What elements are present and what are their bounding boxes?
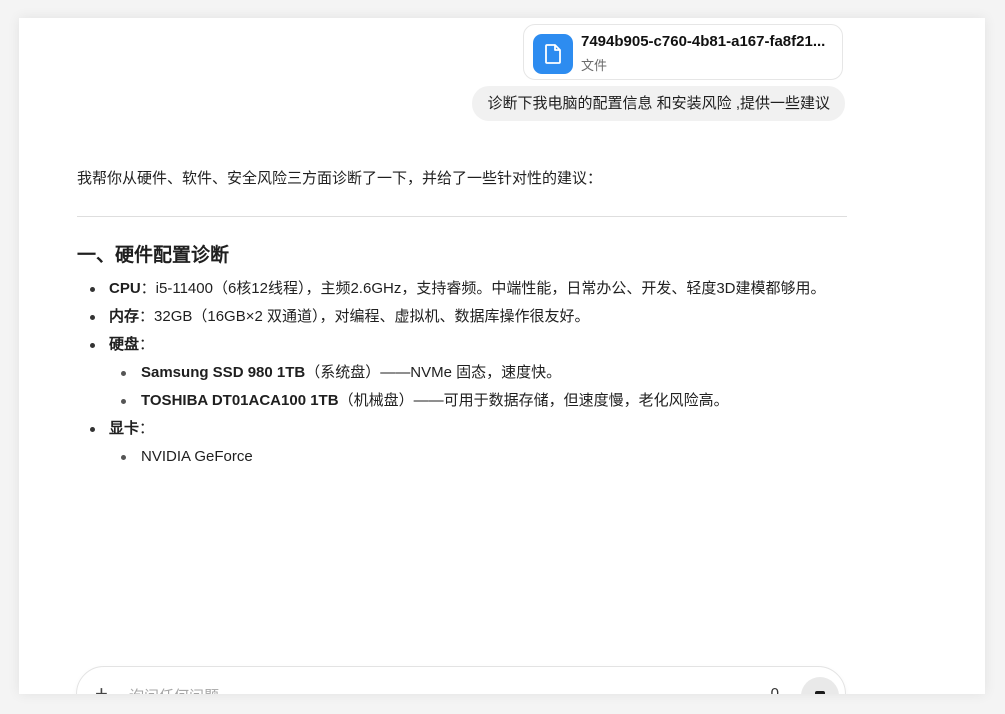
- sub-item-hdd: TOSHIBA DT01ACA100 1TB（机械盘）——可用于数据存储，但速度…: [121, 387, 847, 415]
- token-count: 0: [770, 685, 779, 694]
- hdd-name: TOSHIBA DT01ACA100 1TB: [141, 392, 339, 409]
- disk-sublist: Samsung SSD 980 1TB（系统盘）——NVMe 固态，速度快。 T…: [109, 359, 847, 415]
- ram-label: 内存: [109, 308, 140, 325]
- list-item-gpu: 显卡： NVIDIA GeForce: [90, 415, 847, 471]
- sub-item-ssd: Samsung SSD 980 1TB（系统盘）——NVMe 固态，速度快。: [121, 359, 847, 387]
- sub-item-gpu: NVIDIA GeForce: [121, 443, 847, 471]
- chat-window: 7494b905-c760-4b81-a167-fa8f21... 文件 诊断下…: [19, 18, 985, 694]
- hdd-text: （机械盘）——可用于数据存储，但速度慢，老化风险高。: [338, 392, 729, 409]
- assistant-message: 我帮你从硬件、软件、安全风险三方面诊断了一下，并给了一些针对性的建议： 一、硬件…: [77, 164, 847, 471]
- ram-text: ：32GB（16GB×2 双通道），对编程、虚拟机、数据库操作很友好。: [139, 308, 590, 325]
- gpu-text: NVIDIA GeForce: [141, 448, 253, 465]
- cpu-text: ：i5-11400（6核12线程），主频2.6GHz，支持睿频。中端性能，日常办…: [140, 280, 826, 297]
- attachment-file-name: 7494b905-c760-4b81-a167-fa8f21...: [581, 33, 826, 50]
- stop-button[interactable]: [801, 677, 839, 694]
- disk-colon: ：: [139, 336, 155, 353]
- list-item-cpu: CPU：i5-11400（6核12线程），主频2.6GHz，支持睿频。中端性能，…: [90, 275, 847, 303]
- gpu-colon: ：: [139, 420, 155, 437]
- gpu-sublist: NVIDIA GeForce: [109, 443, 847, 471]
- divider: [77, 216, 847, 217]
- hardware-list: CPU：i5-11400（6核12线程），主频2.6GHz，支持睿频。中端性能，…: [77, 275, 847, 471]
- list-item-ram: 内存：32GB（16GB×2 双通道），对编程、虚拟机、数据库操作很友好。: [90, 303, 847, 331]
- stop-icon: [815, 691, 825, 694]
- assistant-intro: 我帮你从硬件、软件、安全风险三方面诊断了一下，并给了一些针对性的建议：: [77, 170, 603, 187]
- document-icon: [533, 34, 573, 74]
- attachment-card[interactable]: 7494b905-c760-4b81-a167-fa8f21... 文件: [523, 24, 843, 80]
- composer[interactable]: + 询问任何问题 0: [76, 666, 846, 694]
- disk-label: 硬盘: [109, 336, 140, 353]
- user-message-bubble: 诊断下我电脑的配置信息 和安装风险 ,提供一些建议: [472, 86, 845, 121]
- section-title: 一、硬件配置诊断: [77, 245, 230, 266]
- plus-icon[interactable]: +: [95, 681, 108, 694]
- ssd-name: Samsung SSD 980 1TB: [141, 364, 306, 381]
- attachment-file-type: 文件: [581, 58, 608, 73]
- cpu-label: CPU: [109, 280, 141, 297]
- message-input[interactable]: 询问任何问题: [129, 685, 219, 694]
- ssd-text: （系统盘）——NVMe 固态，速度快。: [305, 364, 562, 381]
- gpu-label: 显卡: [109, 420, 140, 437]
- list-item-disk: 硬盘： Samsung SSD 980 1TB（系统盘）——NVMe 固态，速度…: [90, 331, 847, 415]
